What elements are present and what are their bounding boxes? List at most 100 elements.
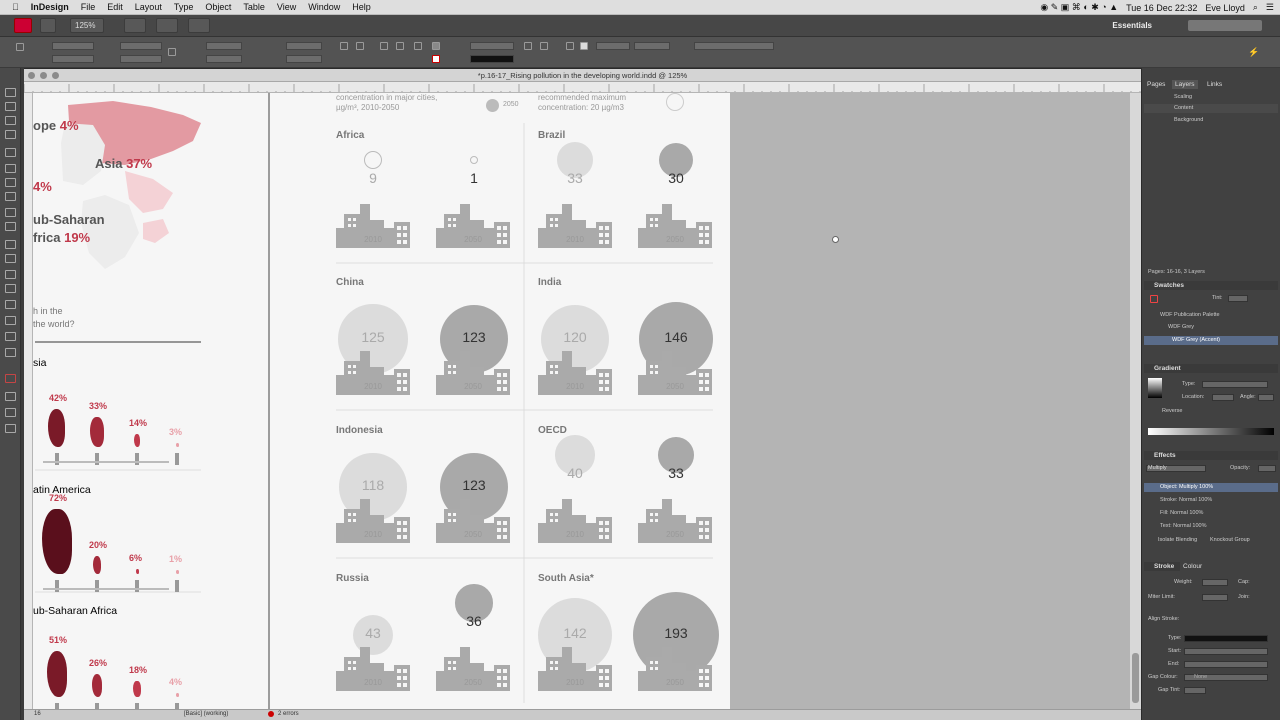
x-field[interactable] [52,42,94,50]
preflight-errors[interactable]: 2 errors [278,711,299,717]
zoom-window-icon[interactable] [52,72,59,79]
gradient-feather-tool-icon[interactable] [5,284,16,293]
fill-stroke-icon[interactable] [5,374,16,383]
apple-icon[interactable]:  [12,2,19,12]
swatch-wdf-grey[interactable]: WDF Grey [1144,323,1278,332]
opacity-icon[interactable] [566,42,574,50]
right-page[interactable]: concentration in major cities, µg/m³, 20… [270,93,730,709]
free-transform-tool-icon[interactable] [5,254,16,263]
zoom-tool-icon[interactable] [5,348,16,357]
menu-view[interactable]: View [277,2,296,12]
bridge-icon[interactable] [40,18,56,33]
document-tab[interactable]: *p.16-17_Rising pollution in the develop… [24,69,1141,82]
miter-field[interactable] [1202,594,1228,601]
gradient-angle-field[interactable] [1258,394,1274,401]
country-cell[interactable]: OECD 40 33 2010 2050 [538,425,728,570]
user-name[interactable]: Eve Lloyd [1205,3,1245,13]
effects-text[interactable]: Text: Normal 100% [1144,522,1278,531]
formatting-container-icon[interactable] [5,392,16,401]
pencil-tool-icon[interactable] [5,192,16,201]
drop-shadow-icon[interactable] [540,42,548,50]
isolate-blending[interactable]: Isolate Blending [1144,536,1204,545]
rotate-field[interactable] [286,42,322,50]
tab-layers[interactable]: Layers [1172,80,1198,89]
menu-object[interactable]: Object [205,2,231,12]
rectangle-frame-tool-icon[interactable] [5,208,16,217]
scissors-tool-icon[interactable] [5,240,16,249]
type-tool-icon[interactable] [5,148,16,157]
w-field[interactable] [120,42,162,50]
pen-tool-icon[interactable] [5,178,16,187]
menu-help[interactable]: Help [352,2,371,12]
menu-table[interactable]: Table [243,2,265,12]
h-field[interactable] [120,55,162,63]
arrange-documents-icon[interactable] [188,18,210,33]
tab-colour[interactable]: Colour [1180,562,1205,571]
stroke-type-field[interactable] [1184,635,1268,642]
stroke-swatch-icon[interactable] [432,55,440,63]
layer-scaling[interactable]: Scaling [1144,93,1278,102]
select-container-icon[interactable] [414,42,422,50]
left-page[interactable]: ope 4% Asia 37% 4% ub-Saharan frica 19% … [33,93,268,709]
stroke-start-field[interactable] [1184,648,1268,655]
hand-tool-icon[interactable] [5,332,16,341]
menu-file[interactable]: File [81,2,96,12]
zoom-select[interactable]: 125% [70,18,104,33]
vertical-scrollbar[interactable] [1130,93,1141,709]
country-cell[interactable]: South Asia* 142 193 2010 2050 [538,573,728,709]
gradient-header[interactable]: Gradient [1144,364,1278,373]
knockout-group[interactable]: Knockout Group [1204,536,1278,545]
stroke-type-select[interactable] [470,55,514,63]
reference-point-icon[interactable] [16,43,24,51]
layer-content[interactable]: Content [1144,104,1278,113]
tab-links[interactable]: Links [1204,80,1225,89]
horizontal-ruler[interactable] [24,82,1141,93]
gradient-type-select[interactable] [1202,381,1268,388]
screen-mode-icon[interactable] [156,18,178,33]
pasteboard[interactable]: ope 4% Asia 37% 4% ub-Saharan frica 19% … [33,93,1130,709]
help-search-input[interactable] [1188,20,1262,31]
spotlight-icon[interactable]: ⌕ [1253,2,1258,13]
corner-field[interactable] [596,42,630,50]
close-window-icon[interactable] [28,72,35,79]
fx-icon[interactable] [524,42,532,50]
swatch-group[interactable]: WDF Publication Palette [1144,311,1278,320]
gradient-tool-icon[interactable] [5,270,16,279]
line-tool-icon[interactable] [5,164,16,173]
vertical-ruler[interactable] [24,93,33,709]
effects-stroke[interactable]: Stroke: Normal 100% [1144,496,1278,505]
stroke-end-field[interactable] [1184,661,1268,668]
opacity-field[interactable] [634,42,670,50]
clock[interactable]: Tue 16 Dec 22:32 [1126,3,1197,13]
tint-field[interactable] [1228,295,1248,302]
corner-icon[interactable] [580,42,588,50]
country-cell[interactable]: Indonesia 118 123 2010 2050 [336,425,526,570]
fill-swatch-icon[interactable] [432,42,440,50]
opacity-field-panel[interactable] [1258,465,1276,472]
flip-horizontal-icon[interactable] [380,42,388,50]
effects-header[interactable]: Effects [1144,451,1278,460]
tab-pages[interactable]: Pages [1144,80,1168,89]
country-cell[interactable]: Brazil 33 30 2010 2050 [538,130,728,275]
view-options-icon[interactable] [124,18,146,33]
layer-background[interactable]: Background [1144,116,1278,125]
note-tool-icon[interactable] [5,300,16,309]
country-cell[interactable]: China 125 123 2010 2050 [336,277,526,422]
gradient-location-field[interactable] [1212,394,1234,401]
direct-selection-tool-icon[interactable] [5,102,16,111]
stroke-header[interactable]: Stroke [1144,562,1180,571]
constrain-proportions-icon[interactable] [168,48,176,56]
rotate-cw-icon[interactable] [340,42,348,50]
menu-app[interactable]: InDesign [31,2,69,12]
object-style-select[interactable] [694,42,774,50]
effects-fill[interactable]: Fill: Normal 100% [1144,509,1278,518]
scroll-thumb[interactable] [1132,653,1139,703]
menu-layout[interactable]: Layout [135,2,162,12]
effects-object[interactable]: Object: Multiply 100% [1144,483,1278,492]
rotate-ccw-icon[interactable] [356,42,364,50]
country-cell[interactable]: India 120 146 2010 2050 [538,277,728,422]
shear-field[interactable] [286,55,322,63]
apply-color-icon[interactable] [5,408,16,417]
y-field[interactable] [52,55,94,63]
page-number-field[interactable]: 16 [34,711,41,717]
